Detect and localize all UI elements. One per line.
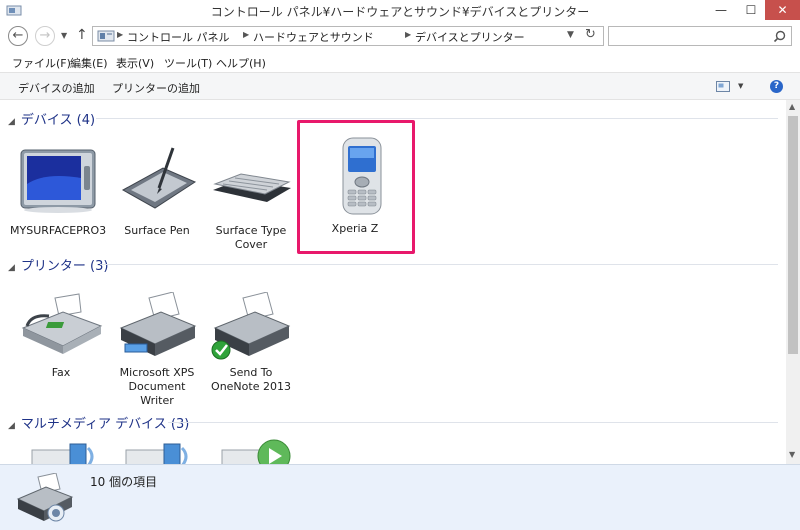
close-button[interactable]: ✕ [765, 0, 800, 20]
recent-locations-dropdown-icon[interactable]: ▼ [61, 31, 67, 40]
title-bar: コントロール パネル¥ハードウェアとサウンド¥デバイスとプリンター — ☐ ✕ [0, 0, 800, 22]
media-player-icon[interactable] [220, 438, 300, 464]
device-label: MYSURFACEPRO3 [10, 224, 107, 237]
highlight-annotation [297, 120, 415, 254]
help-icon[interactable]: ? [770, 80, 783, 93]
chevron-right-icon[interactable]: ▶ [243, 30, 249, 39]
group-divider [100, 264, 778, 265]
address-bar[interactable]: ▶ コントロール パネル ▶ ハードウェアとサウンド ▶ デバイスとプリンター … [92, 26, 604, 46]
pen-tablet-icon [121, 147, 197, 209]
scroll-up-arrow-icon[interactable]: ▲ [789, 102, 795, 111]
menu-bar: ファイル(F) 編集(E) 表示(V) ツール(T) ヘルプ(H) [0, 52, 800, 72]
printer-item-fax[interactable]: Fax [18, 292, 104, 379]
breadcrumb-control-panel[interactable]: コントロール パネル [127, 29, 230, 45]
navigation-bar: ← → ▼ ↑ ▶ コントロール パネル ▶ ハードウェアとサウンド ▶ デバイ… [0, 22, 800, 52]
menu-tools[interactable]: ツール(T) [164, 55, 212, 71]
group-title-multimedia: マルチメディア デバイス (3) [20, 417, 190, 432]
group-title-devices: デバイス (4) [20, 113, 96, 128]
device-item-mysurfacepro3[interactable]: MYSURFACEPRO3 [10, 144, 106, 237]
collapse-triangle-icon[interactable]: ◢ [8, 263, 15, 273]
command-bar: デバイスの追加 プリンターの追加 ▼ ? [0, 72, 800, 100]
group-header-devices[interactable]: ◢ デバイス (4) [8, 109, 95, 128]
group-header-printers[interactable]: ◢ プリンター (3) [8, 255, 108, 274]
printer-label: Fax [51, 366, 71, 379]
menu-edit[interactable]: 編集(E) [70, 55, 108, 71]
address-dropdown-icon[interactable]: ▼ [567, 30, 574, 40]
menu-view[interactable]: 表示(V) [116, 55, 154, 71]
change-view-button[interactable] [716, 81, 730, 95]
add-printer-button[interactable]: プリンターの追加 [112, 80, 200, 96]
device-item-surface-type-cover[interactable]: Surface Type Cover [208, 144, 294, 251]
view-dropdown-icon[interactable]: ▼ [738, 82, 743, 90]
details-pane: 10 個の項目 [0, 464, 800, 530]
printer-default-icon [211, 291, 291, 360]
window-title: コントロール パネル¥ハードウェアとサウンド¥デバイスとプリンター [210, 5, 590, 19]
item-count: 10 個の項目 [90, 475, 158, 489]
collapse-triangle-icon[interactable]: ◢ [8, 421, 15, 431]
collapse-triangle-icon[interactable]: ◢ [8, 117, 15, 127]
media-device-icon[interactable] [124, 440, 194, 464]
menu-help[interactable]: ヘルプ(H) [216, 55, 266, 71]
control-panel-small-icon [97, 30, 115, 42]
scrollbar-thumb[interactable] [788, 116, 798, 354]
keyboard-icon [213, 173, 291, 202]
printer-icon [119, 291, 197, 356]
group-title-printers: プリンター (3) [20, 259, 109, 274]
tablet-icon [20, 149, 96, 213]
printer-label: Send To OneNote 2013 [211, 366, 291, 393]
group-divider [96, 118, 778, 119]
group-divider [168, 422, 778, 423]
printer-item-microsoft-xps[interactable]: Microsoft XPS Document Writer [114, 291, 200, 407]
refresh-button[interactable]: ↻ [585, 27, 596, 42]
view-icon [716, 81, 730, 92]
media-device-icon[interactable] [30, 440, 100, 464]
device-label: Surface Pen [124, 224, 190, 237]
up-button[interactable]: ↑ [76, 27, 88, 43]
fax-icon [21, 293, 103, 354]
device-item-surface-pen[interactable]: Surface Pen [114, 144, 200, 237]
menu-file[interactable]: ファイル(F) [12, 55, 71, 71]
device-label: Surface Type Cover [215, 224, 287, 251]
printer-item-send-to-onenote[interactable]: Send To OneNote 2013 [208, 291, 294, 393]
search-icon [773, 30, 786, 43]
add-device-button[interactable]: デバイスの追加 [18, 80, 95, 96]
search-input[interactable] [608, 26, 792, 46]
chevron-right-icon[interactable]: ▶ [117, 30, 123, 39]
minimize-button[interactable]: — [706, 0, 736, 20]
back-button[interactable]: ← [8, 26, 28, 46]
chevron-right-icon[interactable]: ▶ [405, 30, 411, 39]
forward-button[interactable]: → [35, 26, 55, 46]
vertical-scrollbar[interactable]: ▲ ▼ [786, 100, 800, 464]
scroll-down-arrow-icon[interactable]: ▼ [789, 450, 795, 459]
printer-icon [16, 473, 74, 522]
maximize-button[interactable]: ☐ [737, 0, 765, 20]
group-header-multimedia[interactable]: ◢ マルチメディア デバイス (3) [8, 413, 189, 432]
breadcrumb-hardware-sound[interactable]: ハードウェアとサウンド [253, 29, 374, 45]
breadcrumb-devices-printers[interactable]: デバイスとプリンター [415, 29, 525, 45]
printer-label: Microsoft XPS Document Writer [119, 366, 195, 407]
